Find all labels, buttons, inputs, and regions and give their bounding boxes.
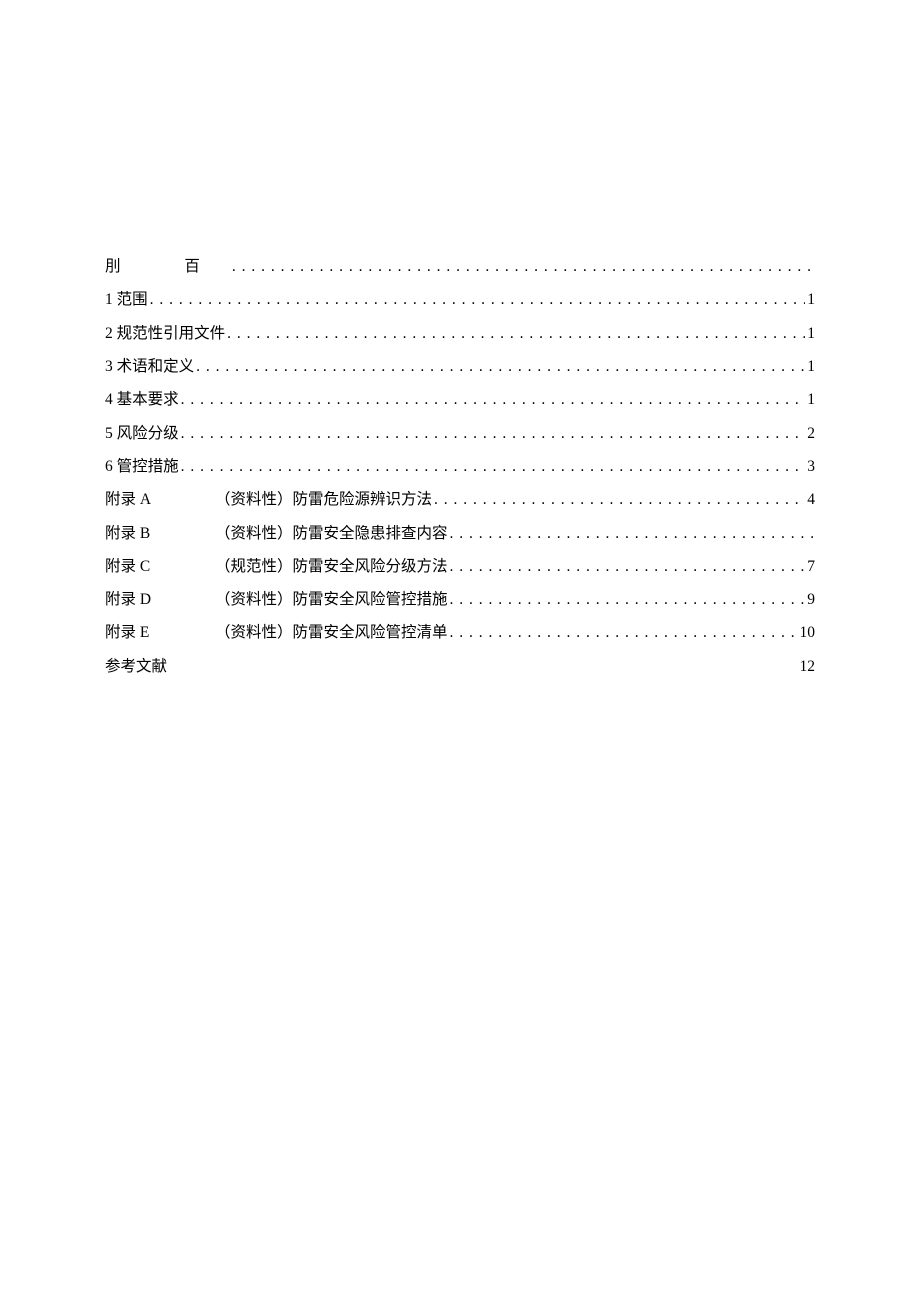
- toc-label: 3 术语和定义: [105, 350, 194, 383]
- toc-description: （资料性）防雷安全风险管控清单: [215, 616, 448, 649]
- toc-label: 附录 A: [105, 483, 215, 516]
- toc-entry: 1 范围 1: [105, 283, 815, 316]
- toc-leader-dots: [181, 417, 806, 450]
- toc-page-number: 9: [807, 583, 815, 616]
- toc-label: 刖 百: [105, 250, 230, 283]
- toc-entry: 附录 D （资料性）防雷安全风险管控措施 9: [105, 583, 815, 616]
- toc-page-number: 10: [800, 616, 816, 649]
- toc-label: 附录 E: [105, 616, 215, 649]
- toc-description: （资料性）防雷危险源辨识方法: [215, 483, 432, 516]
- toc-entry: 参考文献 12: [105, 650, 815, 683]
- toc-leader-dots: [150, 283, 806, 316]
- toc-page-number: 4: [807, 483, 815, 516]
- toc-leader-dots: [450, 550, 806, 583]
- toc-page-number: 3: [807, 450, 815, 483]
- toc-label: 5 风险分级: [105, 417, 179, 450]
- toc-page-number: 1: [807, 317, 815, 350]
- toc-description: （资料性）防雷安全隐患排查内容: [215, 517, 448, 550]
- toc-page-number: 2: [807, 417, 815, 450]
- toc-label: 附录 C: [105, 550, 215, 583]
- toc-entry: 附录 A （资料性）防雷危险源辨识方法 4: [105, 483, 815, 516]
- toc-entry: 刖 百: [105, 250, 815, 283]
- toc-entry: 3 术语和定义 1: [105, 350, 815, 383]
- toc-label: 6 管控措施: [105, 450, 179, 483]
- toc-entry: 附录 B （资料性）防雷安全隐患排查内容: [105, 517, 815, 550]
- toc-leader-dots: [181, 450, 806, 483]
- toc-label: 附录 B: [105, 517, 215, 550]
- toc-description: （规范性）防雷安全风险分级方法: [215, 550, 448, 583]
- toc-entry: 附录 C （规范性）防雷安全风险分级方法 7: [105, 550, 815, 583]
- toc-leader-dots: [181, 383, 806, 416]
- toc-page-number: 1: [807, 383, 815, 416]
- toc-page-number: 7: [807, 550, 815, 583]
- toc-entry: 5 风险分级 2: [105, 417, 815, 450]
- toc-label: 参考文献: [105, 650, 167, 683]
- toc-entry: 附录 E （资料性）防雷安全风险管控清单 10: [105, 616, 815, 649]
- toc-leader-dots: [450, 517, 813, 550]
- toc-leader-dots: [227, 317, 805, 350]
- table-of-contents: 刖 百 1 范围 1 2 规范性引用文件 1 3 术语和定义 1 4 基本要求 …: [105, 250, 815, 683]
- toc-page-number: 1: [807, 350, 815, 383]
- toc-leader-dots: [232, 250, 813, 283]
- toc-leader-dots: [196, 350, 805, 383]
- toc-label: 附录 D: [105, 583, 215, 616]
- toc-label: 4 基本要求: [105, 383, 179, 416]
- toc-entry: 6 管控措施 3: [105, 450, 815, 483]
- toc-leader-dots: [434, 483, 805, 516]
- toc-label: 1 范围: [105, 283, 148, 316]
- toc-leader-dots: [450, 616, 798, 649]
- toc-entry: 4 基本要求 1: [105, 383, 815, 416]
- toc-description: （资料性）防雷安全风险管控措施: [215, 583, 448, 616]
- toc-label: 2 规范性引用文件: [105, 317, 225, 350]
- toc-entry: 2 规范性引用文件 1: [105, 317, 815, 350]
- toc-leader-dots: [450, 583, 806, 616]
- toc-page-number: 1: [807, 283, 815, 316]
- toc-page-number: 12: [800, 650, 816, 683]
